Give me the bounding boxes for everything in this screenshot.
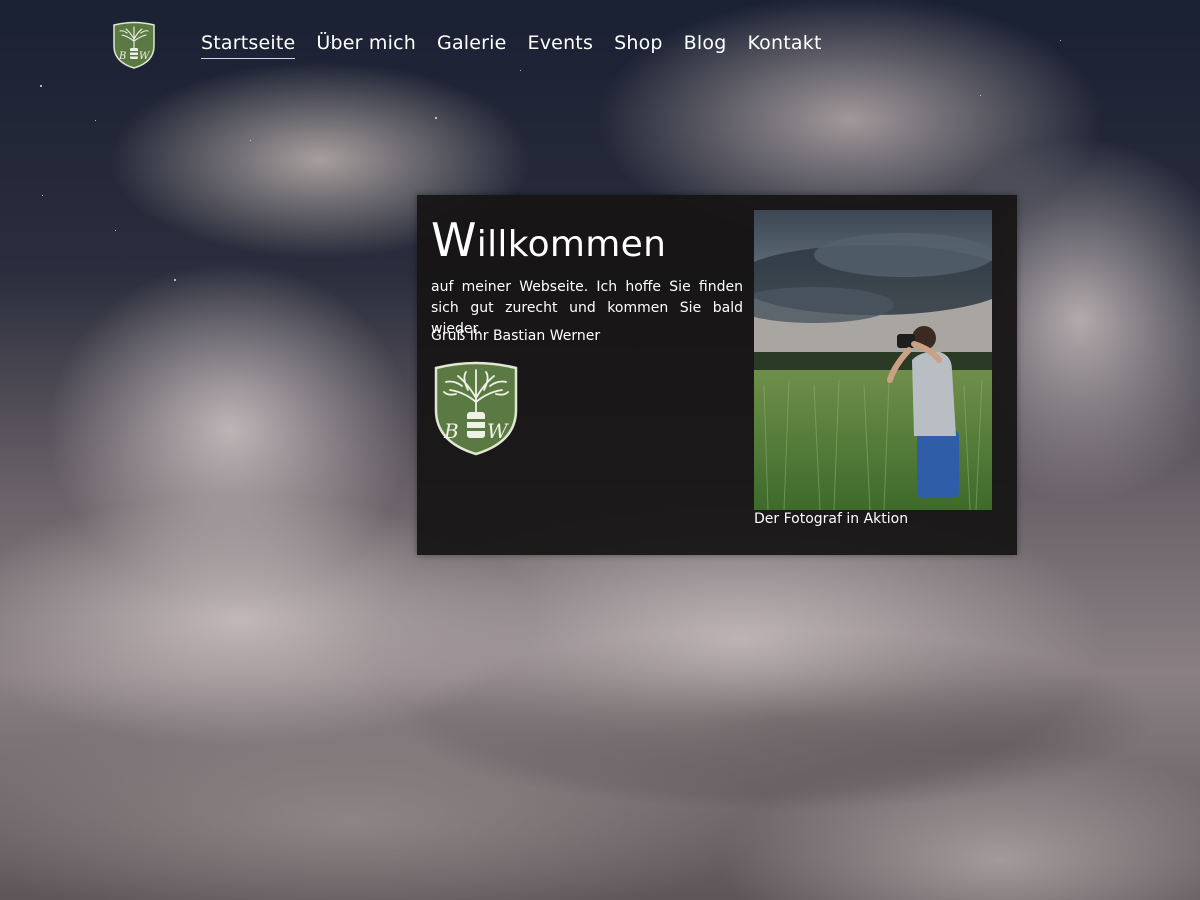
- welcome-title: Willkommen: [431, 213, 666, 267]
- nav-item-events[interactable]: Events: [528, 32, 594, 59]
- logo-letter-b: B: [443, 419, 459, 443]
- tree-shield-logo-icon: B W: [113, 21, 155, 69]
- nav-item-ueber-mich[interactable]: Über mich: [316, 32, 416, 59]
- logo-letter-w: W: [139, 51, 150, 62]
- welcome-panel: Willkommen auf meiner Webseite. Ich hoff…: [417, 195, 1017, 555]
- nav-item-startseite[interactable]: Startseite: [201, 32, 296, 59]
- nav-item-blog[interactable]: Blog: [684, 32, 727, 59]
- logo-letter-w: W: [487, 419, 509, 443]
- photographer-photo: [754, 210, 992, 510]
- welcome-logo: B W: [432, 360, 520, 456]
- welcome-title-rest: illkommen: [476, 224, 667, 265]
- nav-item-kontakt[interactable]: Kontakt: [747, 32, 821, 59]
- site-logo[interactable]: B W: [112, 21, 156, 69]
- main-navigation: Startseite Über mich Galerie Events Shop…: [201, 32, 843, 59]
- photo-caption: Der Fotograf in Aktion: [754, 511, 909, 527]
- page: B W Startseite Über mich Galerie Events …: [0, 0, 1200, 900]
- nav-item-shop[interactable]: Shop: [614, 32, 663, 59]
- welcome-title-initial: W: [431, 213, 477, 267]
- greeting-text: Gruß Ihr Bastian Werner: [431, 328, 601, 344]
- photographer-in-field-image: [754, 210, 992, 510]
- nav-item-galerie[interactable]: Galerie: [437, 32, 507, 59]
- logo-letter-b: B: [118, 51, 126, 62]
- tree-shield-logo-icon: B W: [434, 361, 518, 456]
